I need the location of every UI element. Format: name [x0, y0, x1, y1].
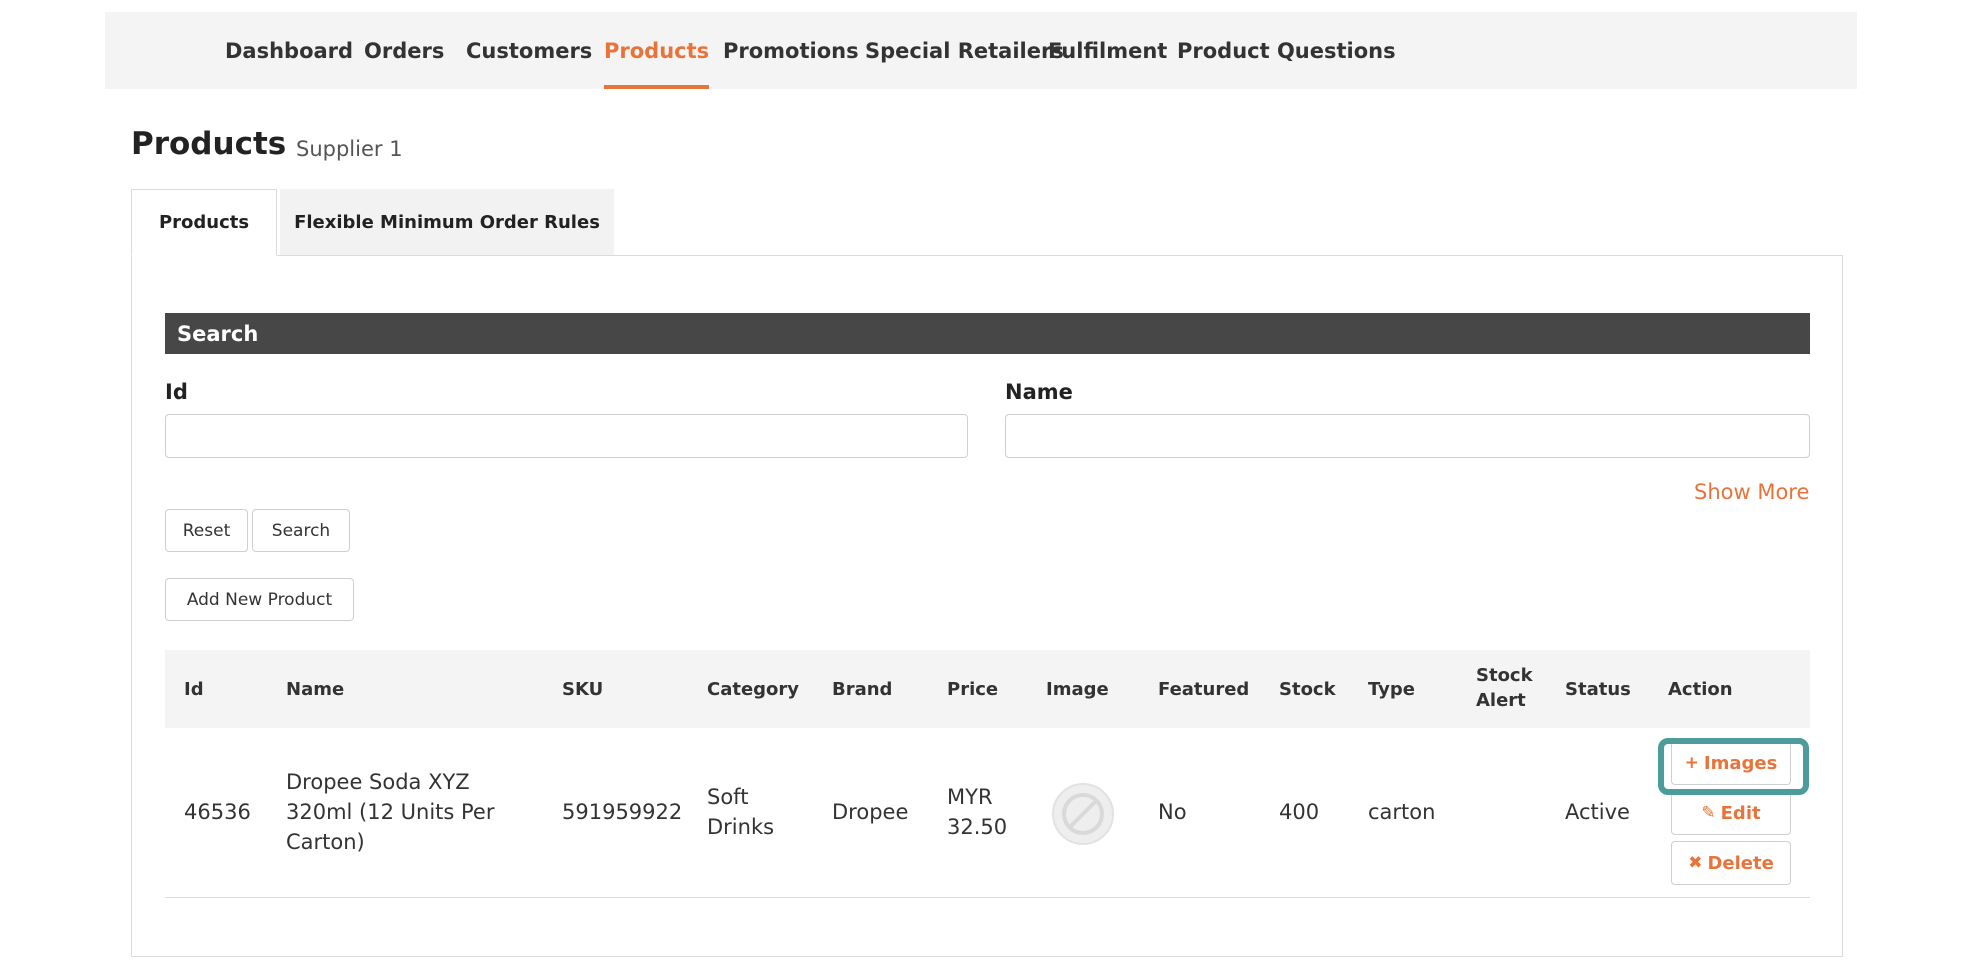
- nav-item-promotions[interactable]: Promotions: [723, 12, 859, 89]
- times-icon: ✖: [1688, 853, 1703, 873]
- column-header-type: Type: [1368, 679, 1415, 700]
- column-header-status: Status: [1565, 679, 1631, 700]
- column-header-price: Price: [947, 679, 999, 700]
- cell-name: Dropee Soda XYZ 320ml (12 Units Per Cart…: [286, 770, 495, 854]
- delete-button[interactable]: ✖ Delete: [1671, 841, 1791, 885]
- cell-brand: Dropee: [832, 800, 909, 824]
- nav-item-fulfilment[interactable]: Fulfilment: [1048, 12, 1167, 89]
- nav-item-dashboard[interactable]: Dashboard: [225, 12, 353, 89]
- nav-item-orders[interactable]: Orders: [364, 12, 444, 89]
- cell-id: 46536: [184, 800, 251, 824]
- column-header-action: Action: [1668, 679, 1733, 700]
- name-search-input[interactable]: [1005, 414, 1810, 458]
- search-button[interactable]: Search: [252, 509, 350, 552]
- cell-type: carton: [1368, 800, 1436, 824]
- edit-button-label: Edit: [1720, 802, 1761, 824]
- edit-button[interactable]: ✎ Edit: [1671, 791, 1791, 835]
- show-more-link[interactable]: Show More: [1694, 480, 1809, 504]
- column-header-stock: Stock: [1279, 679, 1336, 700]
- column-header-category: Category: [707, 679, 800, 700]
- supplier-name: Supplier 1: [296, 137, 403, 161]
- nav-item-customers[interactable]: Customers: [466, 12, 592, 89]
- nav-item-product-questions[interactable]: Product Questions: [1177, 12, 1396, 89]
- reset-button[interactable]: Reset: [165, 509, 248, 552]
- column-header-brand: Brand: [832, 679, 893, 700]
- delete-button-label: Delete: [1707, 852, 1774, 874]
- tab-products[interactable]: Products: [131, 189, 277, 256]
- page-title: Products: [131, 126, 287, 162]
- column-header-stock-alert: Stock Alert: [1476, 665, 1533, 711]
- column-header-image: Image: [1046, 679, 1109, 700]
- cell-stock: 400: [1279, 800, 1320, 824]
- add-new-product-button[interactable]: Add New Product: [165, 578, 354, 621]
- column-header-sku: SKU: [562, 679, 604, 700]
- column-header-featured: Featured: [1158, 679, 1250, 700]
- name-field-label: Name: [1005, 380, 1073, 404]
- tab-flexible-minimum-order-rules[interactable]: Flexible Minimum Order Rules: [280, 189, 614, 256]
- id-search-input[interactable]: [165, 414, 968, 458]
- nav-item-special-retailers[interactable]: Special Retailers: [865, 12, 1064, 89]
- images-button-highlight: [1658, 738, 1809, 795]
- column-header-name: Name: [286, 679, 345, 700]
- cell-featured: No: [1158, 800, 1187, 824]
- column-header-id: Id: [184, 679, 204, 700]
- cell-category: Soft Drinks: [707, 785, 775, 839]
- cell-status: Active: [1565, 800, 1630, 824]
- no-image-icon: [1052, 783, 1114, 845]
- nav-item-products[interactable]: Products: [604, 12, 710, 89]
- cell-price: MYR 32.50: [947, 785, 1008, 839]
- cell-sku: 591959922: [562, 800, 683, 824]
- top-navigation: Dashboard Orders Customers Products Prom…: [105, 12, 1857, 89]
- table-row-divider: [165, 897, 1810, 898]
- id-field-label: Id: [165, 380, 188, 404]
- pencil-icon: ✎: [1701, 803, 1716, 823]
- no-image-symbol: [1062, 793, 1104, 835]
- search-section-header: Search: [165, 313, 1810, 354]
